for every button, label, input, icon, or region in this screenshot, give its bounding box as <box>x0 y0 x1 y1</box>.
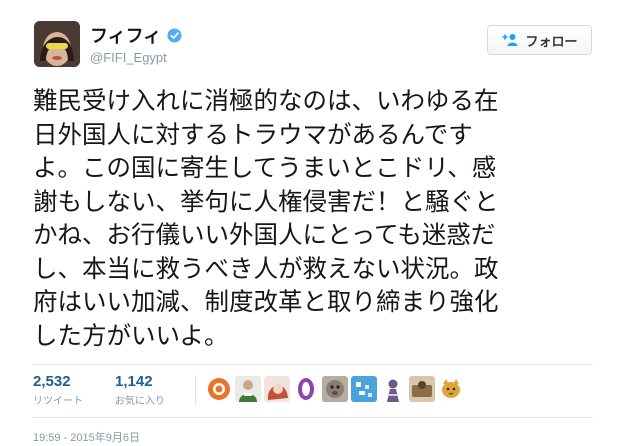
tweet-line: した方がいいよ。 <box>33 320 229 350</box>
user-handle[interactable]: @FIFI_Egypt <box>90 50 167 65</box>
avatar[interactable] <box>34 21 80 67</box>
favoriter-avatar[interactable] <box>351 376 377 402</box>
add-user-icon <box>502 34 518 46</box>
retweets-label: リツイート <box>33 396 83 407</box>
favoriter-avatar[interactable] <box>380 376 406 402</box>
tweet-text: 難民受け入れに消極的なのは、いわゆる在 日外国人に対するトラウマがあるんです よ… <box>33 84 603 352</box>
favoriter-avatar[interactable] <box>235 376 261 402</box>
favoriter-avatar[interactable] <box>322 376 348 402</box>
tweet-line: し、本当に救うべき人が救えない状況。政 <box>33 253 499 283</box>
tweet-line: 府はいい加減、制度改革と取り締まり強化 <box>33 287 499 316</box>
follow-button-label: フォロー <box>525 34 578 50</box>
favoriter-avatar[interactable] <box>438 376 464 402</box>
favoriter-avatar[interactable] <box>264 376 290 402</box>
favorites-label: お気に入り <box>115 396 165 407</box>
favoriter-avatar[interactable] <box>409 376 435 402</box>
favoriter-avatar[interactable] <box>293 376 319 402</box>
favorites-count: 1,142 <box>115 373 153 390</box>
tweet-line: かね、お行儀いい外国人にとっても迷惑だ <box>33 220 496 249</box>
favorites-stat[interactable]: 1,142 お気に入り <box>115 373 165 407</box>
divider <box>195 375 196 405</box>
display-name-text: フィフィ <box>90 26 162 47</box>
favoriters-list <box>206 376 464 402</box>
tweet-timestamp[interactable]: 19:59 - 2015年9月6日 <box>33 429 140 445</box>
retweets-count: 2,532 <box>33 373 71 390</box>
tweet-line: 謝もしない、挙句に人権侵害だ！と騒ぐと <box>33 186 499 216</box>
verified-badge-icon <box>167 27 182 43</box>
divider <box>33 417 593 418</box>
favoriter-avatar[interactable] <box>206 376 232 402</box>
retweets-stat[interactable]: 2,532 リツイート <box>33 373 83 407</box>
tweet-line: 日外国人に対するトラウマがあるんです <box>33 119 473 149</box>
divider <box>33 364 593 365</box>
display-name[interactable]: フィフィ <box>90 22 182 48</box>
follow-button[interactable]: フォロー <box>487 25 592 55</box>
user-avatar-icon <box>34 21 80 67</box>
tweet-line: よ。この国に寄生してうまいとこドリ、感 <box>33 153 497 182</box>
tweet-line: 難民受け入れに消極的なのは、いわゆる在 <box>33 86 499 115</box>
